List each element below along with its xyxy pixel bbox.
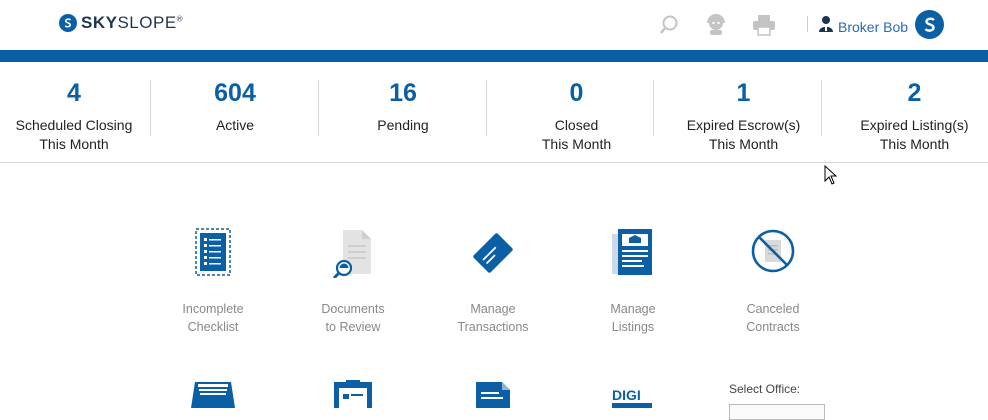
tile-canceled-contracts[interactable]: Canceled Contracts bbox=[713, 228, 833, 338]
stat-value: 4 bbox=[67, 79, 81, 107]
stat-label: Scheduled Closing This Month bbox=[15, 117, 133, 152]
transaction-card-icon bbox=[469, 230, 517, 281]
user-menu[interactable]: Broker Bob bbox=[818, 15, 908, 38]
top-header: SKYSLOPE® Broker Bob bbox=[0, 0, 988, 50]
select-office-label: Select Office: bbox=[729, 382, 801, 396]
tile-label: Incomplete Checklist bbox=[182, 302, 244, 334]
svg-text:DIGI: DIGI bbox=[612, 387, 641, 403]
tile-document[interactable] bbox=[433, 378, 553, 408]
stats-bar: 4 Scheduled Closing This Month 604 Activ… bbox=[0, 62, 988, 163]
stat-label: Expired Listing(s) This Month bbox=[860, 117, 969, 152]
user-name[interactable]: Broker Bob bbox=[838, 19, 908, 35]
listing-icon bbox=[610, 228, 656, 281]
stat-divider bbox=[486, 80, 487, 136]
avatar[interactable] bbox=[915, 10, 944, 39]
logo-text: SKYSLOPE® bbox=[81, 13, 184, 32]
logo-mark-icon bbox=[59, 14, 77, 32]
print-icon[interactable] bbox=[752, 14, 776, 41]
stat-expired-escrow[interactable]: 1 Expired Escrow(s) This Month bbox=[655, 62, 832, 162]
tile-documents-to-review[interactable]: Documents to Review bbox=[293, 228, 413, 338]
stat-label: Pending bbox=[377, 117, 429, 133]
stat-value: 604 bbox=[214, 79, 256, 107]
tile-digisign[interactable]: DIGI bbox=[573, 378, 693, 408]
stat-pending[interactable]: 16 Pending bbox=[320, 62, 486, 162]
stat-scheduled-closing[interactable]: 4 Scheduled Closing This Month bbox=[0, 62, 148, 162]
digisign-icon: DIGI bbox=[609, 386, 657, 413]
tile-incomplete-checklist[interactable]: Incomplete Checklist bbox=[153, 228, 273, 338]
checklist-icon bbox=[193, 228, 233, 281]
stat-label: Closed This Month bbox=[541, 117, 612, 152]
tile-manage-transactions[interactable]: Manage Transactions bbox=[433, 228, 553, 338]
tile-label: Manage Listings bbox=[610, 302, 656, 334]
tile-inbox[interactable] bbox=[153, 378, 273, 408]
stat-divider bbox=[150, 80, 151, 136]
stat-expired-listings[interactable]: 2 Expired Listing(s) This Month bbox=[823, 62, 988, 162]
stat-closed[interactable]: 0 Closed This Month bbox=[488, 62, 665, 162]
clipboard-icon bbox=[331, 380, 375, 413]
stat-value: 1 bbox=[736, 79, 751, 107]
tile-label: Canceled Contracts bbox=[746, 302, 800, 334]
stat-divider bbox=[653, 80, 654, 136]
document-review-icon bbox=[329, 228, 377, 283]
tile-manage-listings[interactable]: Manage Listings bbox=[573, 228, 693, 338]
document-icon bbox=[473, 382, 513, 413]
user-icon bbox=[818, 15, 834, 38]
stat-divider bbox=[318, 80, 319, 136]
stat-label: Active bbox=[215, 117, 255, 133]
stat-active[interactable]: 604 Active bbox=[152, 62, 318, 162]
stat-value: 2 bbox=[907, 79, 922, 107]
header-divider bbox=[807, 16, 808, 32]
tile-clipboard[interactable] bbox=[293, 378, 413, 408]
skyslope-logo[interactable]: SKYSLOPE® bbox=[59, 13, 183, 33]
stat-label: Expired Escrow(s) This Month bbox=[686, 117, 801, 152]
stat-value: 16 bbox=[389, 79, 417, 107]
tile-label: Manage Transactions bbox=[457, 302, 529, 334]
office-select[interactable] bbox=[729, 404, 825, 420]
stat-value: 0 bbox=[569, 79, 584, 107]
support-agent-icon[interactable] bbox=[705, 14, 727, 41]
canceled-contract-icon bbox=[749, 228, 797, 281]
search-icon[interactable] bbox=[659, 14, 679, 41]
header-accent-bar bbox=[0, 50, 988, 62]
tile-label: Documents to Review bbox=[321, 302, 385, 334]
stat-divider bbox=[821, 80, 822, 136]
mouse-cursor-icon bbox=[824, 164, 838, 190]
